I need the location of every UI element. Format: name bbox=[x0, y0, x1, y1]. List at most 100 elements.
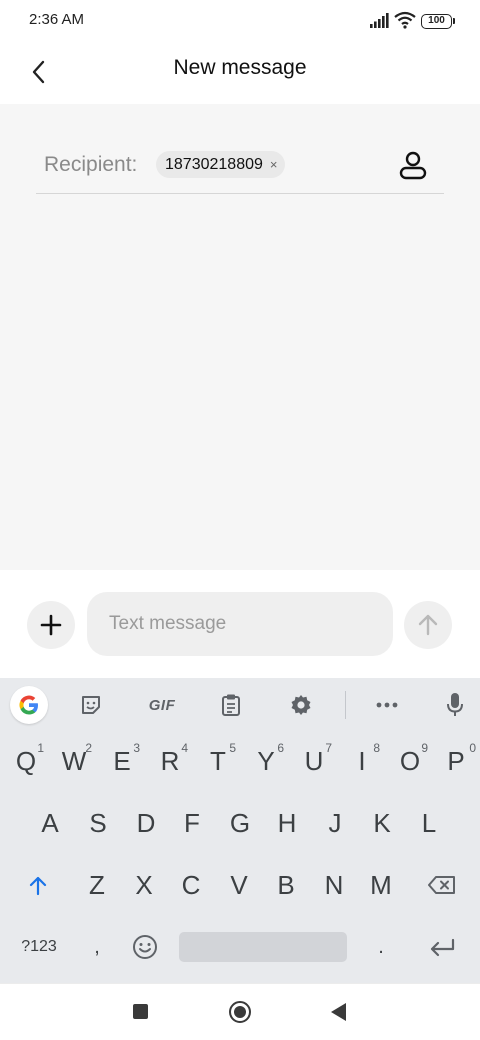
key-label: . bbox=[378, 935, 384, 958]
compose-bar bbox=[0, 570, 480, 678]
key-s[interactable]: S bbox=[74, 795, 122, 851]
person-icon[interactable] bbox=[396, 148, 430, 182]
key-c[interactable]: C bbox=[167, 857, 215, 913]
key-hint: 7 bbox=[325, 741, 332, 755]
shift-arrow-icon bbox=[29, 876, 47, 896]
gif-button[interactable]: GIF bbox=[142, 688, 182, 722]
key-u[interactable]: U7 bbox=[290, 733, 338, 789]
emoji-key[interactable] bbox=[121, 919, 169, 975]
key-label: , bbox=[94, 935, 100, 958]
message-content-area: Recipient: 18730218809 × bbox=[0, 104, 480, 570]
key-h[interactable]: H bbox=[263, 795, 311, 851]
key-q[interactable]: Q1 bbox=[2, 733, 50, 789]
key-label: D bbox=[136, 807, 156, 838]
recipient-chip[interactable]: 18730218809 × bbox=[156, 151, 286, 178]
wifi-icon bbox=[394, 11, 416, 29]
period-key[interactable]: . bbox=[357, 919, 405, 975]
key-hint: 0 bbox=[469, 741, 476, 755]
comma-key[interactable]: , bbox=[73, 919, 121, 975]
key-label: L bbox=[421, 807, 437, 838]
key-k[interactable]: K bbox=[358, 795, 406, 851]
recipient-chip-number: 18730218809 bbox=[165, 155, 263, 173]
key-hint: 9 bbox=[421, 741, 428, 755]
system-nav-bar bbox=[0, 983, 480, 1040]
toolbar-divider bbox=[345, 691, 346, 719]
key-label: E bbox=[113, 745, 131, 776]
key-label: J bbox=[328, 807, 342, 838]
remove-recipient-icon[interactable]: × bbox=[270, 158, 278, 171]
key-g[interactable]: G bbox=[216, 795, 264, 851]
key-label: Z bbox=[89, 869, 105, 900]
key-label: A bbox=[41, 807, 59, 838]
gif-label: GIF bbox=[148, 696, 176, 714]
key-l[interactable]: L bbox=[405, 795, 453, 851]
status-bar: 2:36 AM 100 bbox=[0, 0, 480, 40]
recipient-row[interactable]: Recipient: 18730218809 × bbox=[36, 140, 444, 194]
gear-icon[interactable] bbox=[283, 688, 319, 722]
enter-icon bbox=[430, 938, 455, 957]
key-hint: 5 bbox=[229, 741, 236, 755]
key-label: V bbox=[230, 869, 248, 900]
key-hint: 2 bbox=[85, 741, 92, 755]
key-v[interactable]: V bbox=[215, 857, 263, 913]
key-label: U bbox=[304, 745, 324, 776]
google-g-icon[interactable] bbox=[10, 686, 48, 724]
key-x[interactable]: X bbox=[120, 857, 168, 913]
key-label: I bbox=[358, 745, 366, 776]
key-label: F bbox=[184, 807, 200, 838]
key-r[interactable]: R4 bbox=[146, 733, 194, 789]
key-label: X bbox=[135, 869, 153, 900]
send-button[interactable] bbox=[404, 601, 452, 649]
microphone-icon[interactable] bbox=[437, 688, 473, 722]
key-label: B bbox=[277, 869, 295, 900]
key-j[interactable]: J bbox=[311, 795, 359, 851]
shift-key[interactable] bbox=[14, 857, 62, 913]
home-dot bbox=[234, 1006, 246, 1018]
triangle-back-icon[interactable] bbox=[331, 1003, 346, 1021]
emoji-icon bbox=[133, 935, 157, 959]
key-t[interactable]: T5 bbox=[194, 733, 242, 789]
key-y[interactable]: Y6 bbox=[242, 733, 290, 789]
backspace-key[interactable] bbox=[416, 857, 468, 913]
status-time: 2:36 AM bbox=[29, 11, 85, 28]
keyboard-toolbar: GIF bbox=[0, 678, 480, 732]
symbols-key[interactable]: ?123 bbox=[10, 919, 68, 975]
key-o[interactable]: O9 bbox=[386, 733, 434, 789]
key-z[interactable]: Z bbox=[73, 857, 121, 913]
page-title: New message bbox=[173, 56, 307, 79]
enter-key[interactable] bbox=[416, 919, 468, 975]
text-message-input[interactable] bbox=[87, 592, 393, 656]
circle-icon[interactable] bbox=[229, 1001, 251, 1023]
key-n[interactable]: N bbox=[310, 857, 358, 913]
signal-icon bbox=[370, 13, 389, 28]
key-hint: 3 bbox=[133, 741, 140, 755]
app-header: New message bbox=[0, 40, 480, 104]
more-horizontal-icon[interactable] bbox=[369, 688, 405, 722]
plus-icon bbox=[40, 614, 62, 636]
key-hint: 8 bbox=[373, 741, 380, 755]
key-label: T bbox=[210, 745, 226, 776]
space-bar[interactable] bbox=[179, 932, 347, 962]
key-label: R bbox=[160, 745, 180, 776]
key-label: C bbox=[181, 869, 201, 900]
key-hint: 6 bbox=[277, 741, 284, 755]
key-b[interactable]: B bbox=[262, 857, 310, 913]
key-a[interactable]: A bbox=[26, 795, 74, 851]
add-attachment-button[interactable] bbox=[27, 601, 75, 649]
square-icon[interactable] bbox=[133, 1004, 148, 1019]
key-label: G bbox=[229, 807, 251, 838]
key-d[interactable]: D bbox=[122, 795, 170, 851]
key-label: W bbox=[61, 745, 87, 776]
sticker-icon[interactable] bbox=[73, 688, 109, 722]
key-p[interactable]: P0 bbox=[434, 733, 478, 789]
key-label: Y bbox=[257, 745, 275, 776]
clipboard-icon[interactable] bbox=[213, 688, 249, 722]
key-w[interactable]: W2 bbox=[50, 733, 98, 789]
key-m[interactable]: M bbox=[357, 857, 405, 913]
key-i[interactable]: I8 bbox=[338, 733, 386, 789]
battery-icon: 100 bbox=[421, 14, 455, 29]
key-label: Q bbox=[15, 745, 37, 776]
key-e[interactable]: E3 bbox=[98, 733, 146, 789]
key-f[interactable]: F bbox=[168, 795, 216, 851]
key-label: ?123 bbox=[21, 938, 57, 955]
